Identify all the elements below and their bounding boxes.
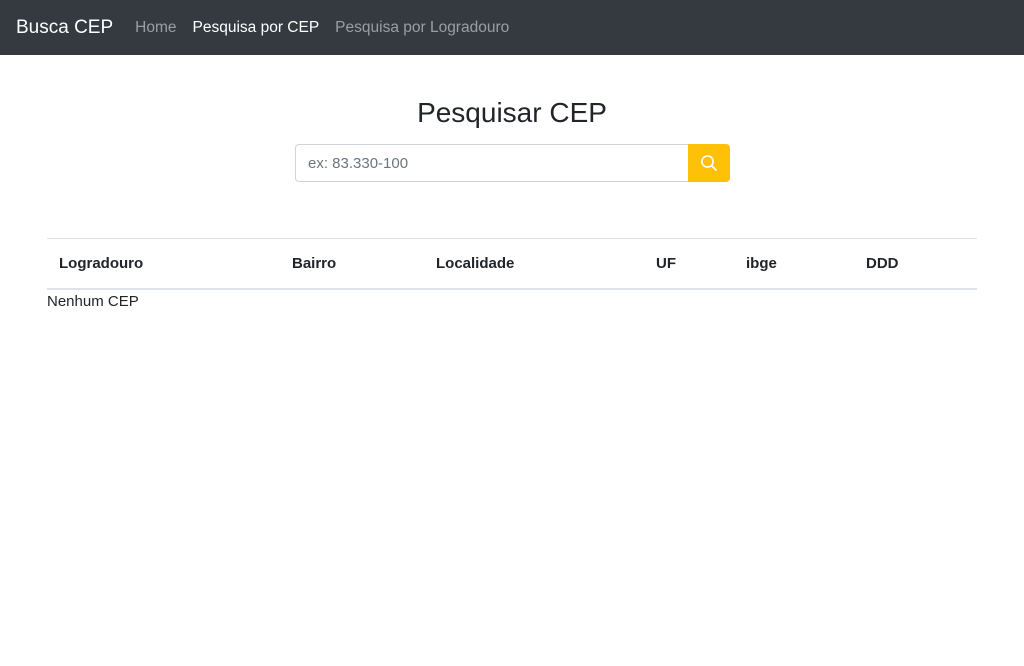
table-header-row: Logradouro Bairro Localidade UF ibge DDD	[47, 238, 977, 290]
column-header-ibge: ibge	[734, 238, 854, 290]
column-header-logradouro: Logradouro	[47, 238, 280, 290]
page-title: Pesquisar CEP	[417, 97, 607, 128]
nav-link-pesquisa-logradouro[interactable]: Pesquisa por Logradouro	[335, 20, 509, 36]
cep-search-input[interactable]	[295, 144, 688, 182]
column-header-ddd: DDD	[854, 238, 977, 290]
column-header-bairro: Bairro	[280, 238, 424, 290]
empty-results-message: Nenhum CEP	[47, 293, 139, 310]
brand-link[interactable]: Busca CEP	[16, 18, 113, 37]
column-header-uf: UF	[644, 238, 734, 290]
results-table: Logradouro Bairro Localidade UF ibge DDD	[47, 238, 977, 290]
nav-link-pesquisa-cep[interactable]: Pesquisa por CEP	[193, 20, 320, 36]
search-button[interactable]	[688, 144, 730, 182]
top-navbar: Busca CEP Home Pesquisa por CEP Pesquisa…	[0, 0, 1024, 55]
main-content: Pesquisar CEP Logradouro Bairro Localida…	[0, 55, 1024, 666]
column-header-localidade: Localidade	[424, 238, 644, 290]
search-icon	[701, 155, 717, 171]
search-group	[295, 144, 730, 182]
nav-link-home[interactable]: Home	[135, 20, 176, 36]
